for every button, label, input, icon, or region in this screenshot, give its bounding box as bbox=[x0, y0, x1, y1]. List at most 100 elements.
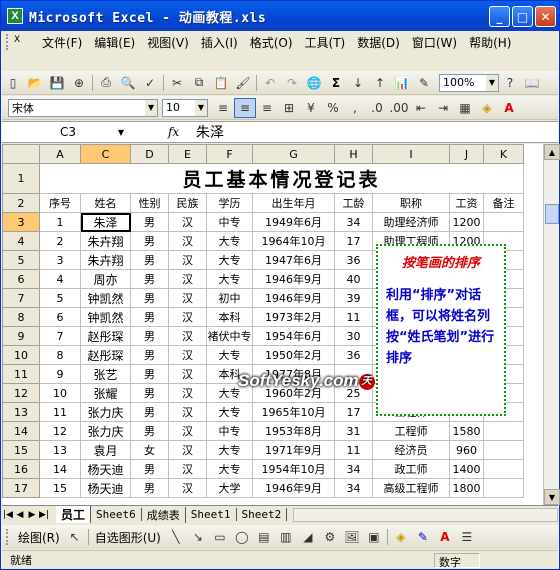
increase-indent-icon[interactable]: ⇥ bbox=[432, 98, 454, 118]
table-cell[interactable]: 本科 bbox=[206, 307, 253, 327]
table-cell[interactable]: 汉 bbox=[168, 212, 207, 232]
font-color-icon[interactable]: A bbox=[434, 527, 456, 547]
table-cell[interactable]: 汉 bbox=[168, 231, 207, 251]
table-cell[interactable] bbox=[483, 421, 524, 441]
header-cell[interactable]: 工龄 bbox=[334, 193, 373, 213]
table-cell[interactable]: 34 bbox=[334, 212, 373, 232]
align-left-icon[interactable]: ≡ bbox=[212, 98, 234, 118]
table-cell[interactable]: 1953年8月 bbox=[252, 421, 335, 441]
table-cell[interactable]: 男 bbox=[130, 250, 169, 270]
chevron-down-icon[interactable]: ▼ bbox=[145, 99, 157, 116]
decrease-decimal-icon[interactable]: .00 bbox=[388, 98, 410, 118]
menu-file[interactable]: 文件(F) bbox=[36, 34, 88, 51]
autoshapes-button[interactable]: 自选图形(U) bbox=[91, 529, 165, 546]
header-cell[interactable]: 职称 bbox=[372, 193, 450, 213]
table-cell[interactable]: 男 bbox=[130, 459, 169, 479]
select-objects-icon[interactable]: ↖ bbox=[64, 527, 86, 547]
table-cell[interactable]: 8 bbox=[39, 345, 81, 365]
table-cell[interactable]: 汉 bbox=[168, 307, 207, 327]
table-cell[interactable]: 960 bbox=[449, 440, 484, 460]
table-cell[interactable]: 15 bbox=[39, 478, 81, 498]
open-icon[interactable]: 📂 bbox=[24, 73, 46, 93]
table-cell[interactable]: 大专 bbox=[206, 440, 253, 460]
table-cell[interactable]: 5 bbox=[39, 288, 81, 308]
table-cell[interactable]: 杨天迪 bbox=[80, 478, 131, 498]
table-cell[interactable]: 1947年6月 bbox=[252, 250, 335, 270]
table-cell[interactable]: 朱卉翔 bbox=[80, 231, 131, 251]
borders-icon[interactable]: ▦ bbox=[454, 98, 476, 118]
comma-style-icon[interactable]: , bbox=[344, 98, 366, 118]
table-cell[interactable]: 张艺 bbox=[80, 364, 131, 384]
table-cell[interactable]: 10 bbox=[39, 383, 81, 403]
header-cell[interactable]: 学历 bbox=[206, 193, 253, 213]
table-cell[interactable]: 1946年9月 bbox=[252, 288, 335, 308]
row-header[interactable]: 5 bbox=[2, 250, 40, 270]
menu-help[interactable]: 帮助(H) bbox=[463, 34, 517, 51]
row-header[interactable]: 4 bbox=[2, 231, 40, 251]
table-cell[interactable]: 11 bbox=[334, 440, 373, 460]
autosum-icon[interactable]: Σ bbox=[325, 73, 347, 93]
table-cell[interactable]: 17 bbox=[334, 402, 373, 422]
table-cell[interactable]: 男 bbox=[130, 326, 169, 346]
table-cell[interactable]: 1 bbox=[39, 212, 81, 232]
table-cell[interactable] bbox=[483, 212, 524, 232]
table-cell[interactable]: 13 bbox=[39, 440, 81, 460]
menu-view[interactable]: 视图(V) bbox=[141, 34, 195, 51]
font-name-select[interactable]: 宋体 ▼ bbox=[8, 98, 158, 117]
hyperlink-icon[interactable]: 🌐 bbox=[303, 73, 325, 93]
header-cell[interactable]: 性别 bbox=[130, 193, 169, 213]
print-icon[interactable]: ⎙ bbox=[95, 73, 117, 93]
cut-icon[interactable]: ✂ bbox=[166, 73, 188, 93]
menu-edit[interactable]: 编辑(E) bbox=[88, 34, 141, 51]
help-icon[interactable]: ? bbox=[499, 73, 521, 93]
table-cell[interactable]: 钟凯然 bbox=[80, 288, 131, 308]
table-cell[interactable]: 34 bbox=[334, 459, 373, 479]
table-cell[interactable]: 汉 bbox=[168, 478, 207, 498]
tab-sheet1[interactable]: Sheet1 bbox=[186, 508, 237, 521]
table-cell[interactable]: 1954年6月 bbox=[252, 326, 335, 346]
fill-color-icon[interactable]: ◈ bbox=[476, 98, 498, 118]
table-cell[interactable]: 经济员 bbox=[372, 440, 450, 460]
table-cell[interactable]: 大学 bbox=[206, 478, 253, 498]
wordart-icon[interactable]: ◢ bbox=[297, 527, 319, 547]
table-cell[interactable]: 张力庆 bbox=[80, 402, 131, 422]
sort-ascending-icon[interactable]: ↓ bbox=[347, 73, 369, 93]
table-cell[interactable]: 30 bbox=[334, 326, 373, 346]
first-sheet-icon[interactable]: |◀ bbox=[2, 510, 14, 520]
menu-window[interactable]: 窗口(W) bbox=[406, 34, 463, 51]
clipart-icon[interactable]: 🖼 bbox=[341, 527, 363, 547]
table-cell[interactable]: 1200 bbox=[449, 212, 484, 232]
column-header-i[interactable]: I bbox=[372, 144, 450, 164]
excel-app-icon[interactable]: X bbox=[7, 8, 23, 24]
new-icon[interactable]: ▯ bbox=[2, 73, 24, 93]
table-cell[interactable]: 汉 bbox=[168, 421, 207, 441]
table-cell[interactable]: 汉 bbox=[168, 288, 207, 308]
table-cell[interactable]: 政工师 bbox=[372, 459, 450, 479]
table-cell[interactable]: 女 bbox=[130, 440, 169, 460]
table-cell[interactable]: 汉 bbox=[168, 440, 207, 460]
paste-icon[interactable]: 📋 bbox=[210, 73, 232, 93]
table-cell[interactable]: 汉 bbox=[168, 402, 207, 422]
table-cell[interactable]: 36 bbox=[334, 250, 373, 270]
header-cell[interactable]: 工资 bbox=[449, 193, 484, 213]
table-cell[interactable]: 1949年6月 bbox=[252, 212, 335, 232]
redo-icon[interactable]: ↷ bbox=[281, 73, 303, 93]
table-cell[interactable]: 1946年9月 bbox=[252, 269, 335, 289]
column-header-f[interactable]: F bbox=[206, 144, 253, 164]
rectangle-icon[interactable]: ▭ bbox=[209, 527, 231, 547]
header-cell[interactable]: 序号 bbox=[39, 193, 81, 213]
table-cell[interactable]: 36 bbox=[334, 345, 373, 365]
table-cell[interactable]: 杨天迪 bbox=[80, 459, 131, 479]
align-right-icon[interactable]: ≡ bbox=[256, 98, 278, 118]
table-cell[interactable]: 男 bbox=[130, 345, 169, 365]
table-cell[interactable] bbox=[483, 440, 524, 460]
row-header[interactable]: 13 bbox=[2, 402, 40, 422]
row-header[interactable]: 17 bbox=[2, 478, 40, 498]
row-header[interactable]: 2 bbox=[2, 193, 40, 213]
scroll-down-icon[interactable]: ▼ bbox=[544, 489, 560, 505]
table-cell[interactable]: 1964年10月 bbox=[252, 231, 335, 251]
select-all-corner[interactable] bbox=[2, 144, 40, 164]
table-cell[interactable]: 34 bbox=[334, 478, 373, 498]
column-header-c[interactable]: C bbox=[80, 144, 131, 164]
format-painter-icon[interactable]: 🖌 bbox=[232, 73, 254, 93]
